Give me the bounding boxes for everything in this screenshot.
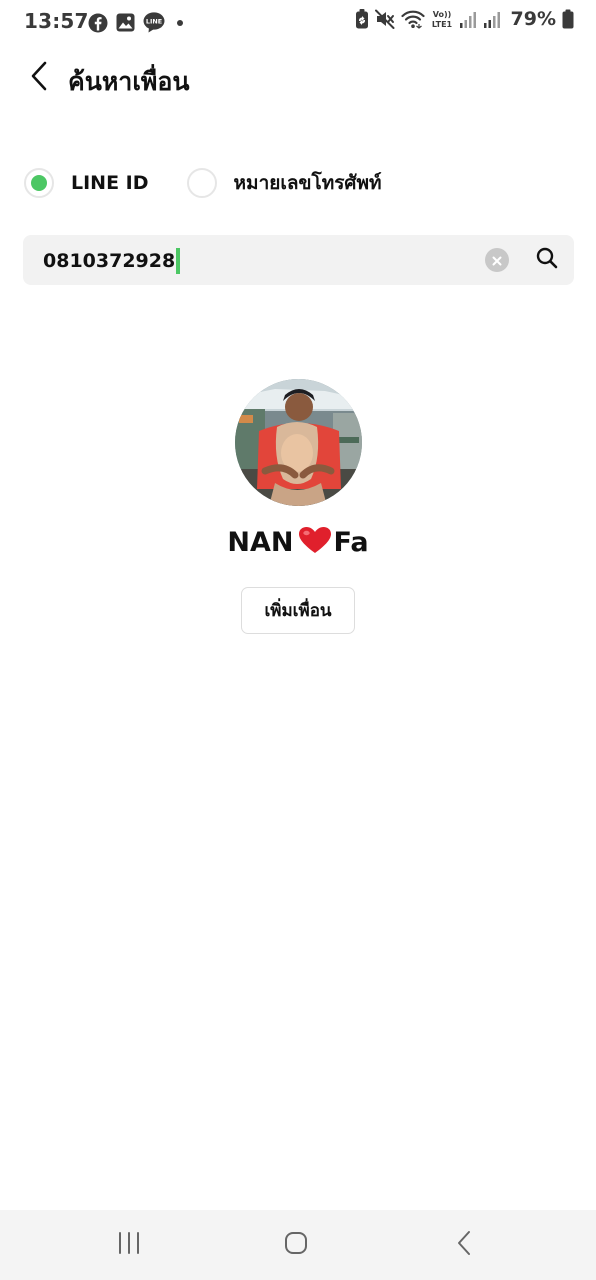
recents-icon: [117, 1231, 141, 1259]
line-icon: LINE: [143, 12, 165, 33]
signal-icon: [483, 9, 501, 29]
signal-icon: [459, 9, 477, 29]
search-icon: [535, 246, 559, 274]
line-icon-text: LINE: [146, 18, 162, 26]
system-status-icons: Vo)) LTE1 79%: [355, 8, 574, 30]
status-time: 13:57: [24, 9, 89, 33]
battery-icon: [562, 9, 574, 29]
navigation-bar: [0, 1210, 596, 1280]
battery-saver-icon: [355, 8, 369, 30]
search-input[interactable]: 0810372928: [43, 248, 181, 274]
volte-label-top: Vo)): [432, 10, 451, 19]
status-bar: 13:57 LINE Vo)) LTE1 79%: [0, 0, 596, 44]
radio-phone-number[interactable]: หมายเลขโทรศัพท์: [186, 168, 382, 198]
gallery-icon: [116, 13, 135, 32]
facebook-icon: [88, 13, 108, 33]
display-name: NAN Fa: [0, 526, 596, 561]
radio-label-line-id: LINE ID: [71, 172, 149, 194]
radio-line-id[interactable]: LINE ID: [24, 168, 149, 198]
search-type-radio-group: LINE ID หมายเลขโทรศัพท์: [24, 166, 382, 200]
text-cursor: [176, 248, 181, 274]
radio-button-unselected[interactable]: [186, 168, 217, 198]
wifi-icon: [400, 9, 425, 29]
avatar: [235, 379, 362, 506]
volte-label-bottom: LTE1: [431, 20, 452, 29]
home-icon: [284, 1231, 308, 1259]
header: ค้นหาเพื่อน: [0, 50, 596, 106]
radio-label-phone-number: หมายเลขโทรศัพท์: [233, 172, 382, 194]
display-name-part2: Fa: [333, 527, 369, 558]
add-friend-button[interactable]: เพิ่มเพื่อน: [241, 587, 355, 634]
notification-icons: LINE: [88, 12, 187, 33]
nav-back-button[interactable]: [444, 1230, 484, 1260]
clear-button[interactable]: [485, 248, 509, 272]
volte-icon: Vo)) LTE1: [431, 8, 453, 30]
page-title: ค้นหาเพื่อน: [68, 67, 190, 96]
display-name-part1: NAN: [227, 527, 294, 558]
clear-icon: [492, 251, 502, 270]
battery-percent: 79%: [510, 8, 556, 30]
heart-emoji: [298, 526, 332, 561]
search-box[interactable]: 0810372928: [23, 235, 574, 285]
radio-button-selected[interactable]: [24, 168, 54, 198]
search-input-value: 0810372928: [43, 250, 176, 272]
recents-button[interactable]: [109, 1230, 149, 1260]
search-button[interactable]: [534, 247, 560, 273]
dot-icon: [173, 13, 187, 33]
chevron-left-icon: [30, 61, 50, 95]
back-icon: [456, 1230, 472, 1260]
home-button[interactable]: [276, 1230, 316, 1260]
back-button[interactable]: [22, 60, 58, 96]
radio-selected-dot: [31, 175, 47, 191]
mute-icon: [374, 9, 395, 29]
